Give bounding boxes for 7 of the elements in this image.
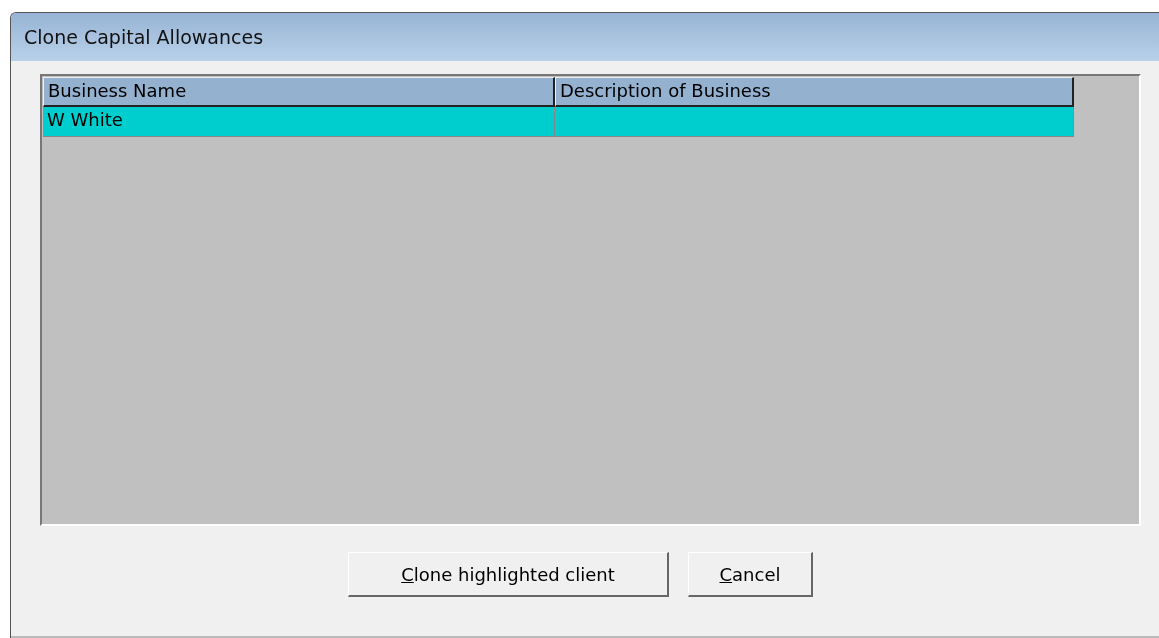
- column-header[interactable]: Business Name: [43, 77, 555, 107]
- table-row[interactable]: W White: [43, 107, 1074, 137]
- dialog-button[interactable]: Clone highlighted client: [348, 552, 669, 597]
- dialog-button[interactable]: Cancel: [688, 552, 813, 597]
- window-title: Clone Capital Allowances: [24, 26, 264, 48]
- column-header[interactable]: Description of Business: [555, 77, 1074, 107]
- table-cell: W White: [43, 107, 555, 137]
